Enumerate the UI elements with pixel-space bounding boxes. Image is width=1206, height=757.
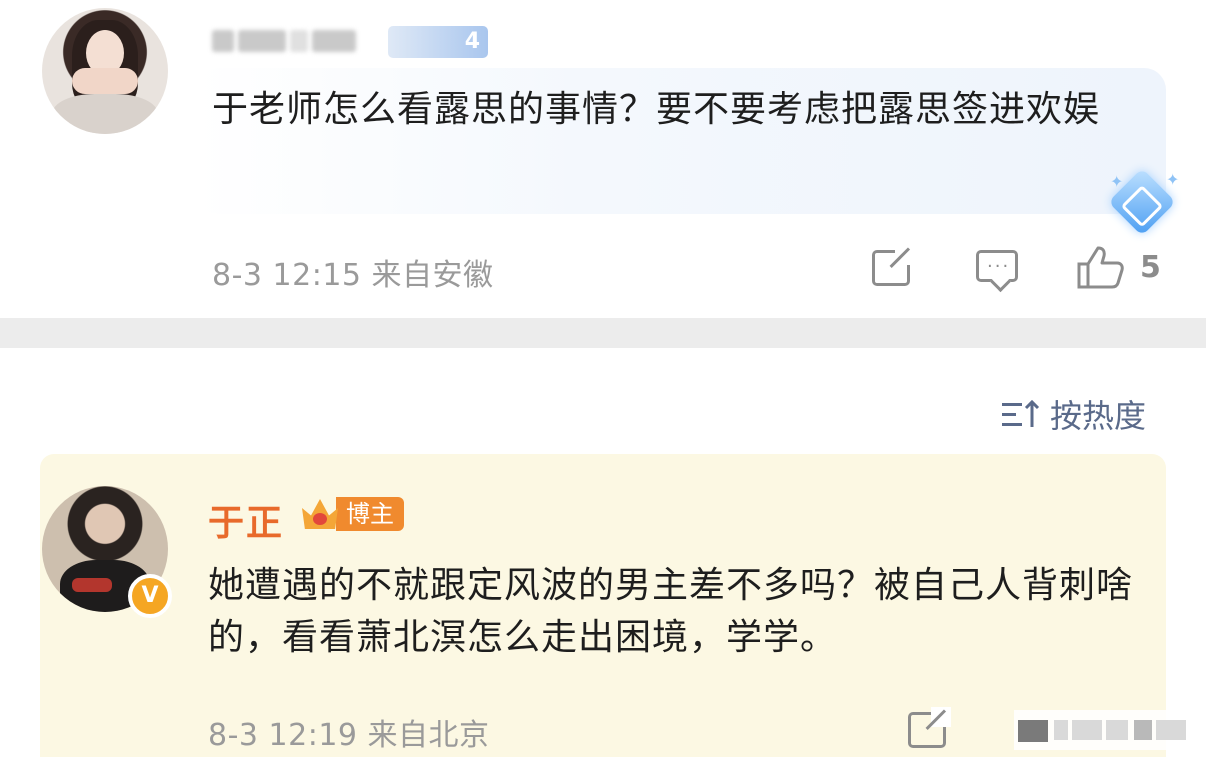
comment-meta: 8-3 12:15 来自安徽 <box>212 258 494 293</box>
comment-icon[interactable]: ··· <box>976 250 1018 282</box>
sort-label: 按热度 <box>1050 397 1147 435</box>
share-icon[interactable] <box>872 245 915 286</box>
blogger-badge-label: 博主 <box>336 497 404 531</box>
sparkle-icon: ✦ <box>1166 170 1180 189</box>
username-redacted[interactable] <box>212 26 356 56</box>
blogger-badge: 博主 <box>300 494 404 534</box>
like-icon[interactable] <box>1076 244 1126 290</box>
top-comment: 4 于老师怎么看露思的事情？要不要考虑把露思签进欢娱 ✦ ✦ 8-3 12:15… <box>0 0 1206 318</box>
reply-meta: 8-3 12:19 来自北京 <box>208 718 490 753</box>
user-avatar[interactable] <box>42 8 168 134</box>
user-level: 4 <box>464 29 480 54</box>
blogger-name[interactable]: 于正 <box>208 494 284 546</box>
sparkle-icon: ✦ <box>1110 172 1124 191</box>
crown-icon <box>300 495 340 533</box>
watermark <box>1014 710 1196 750</box>
sort-by-hot-button[interactable]: 按热度 <box>1002 394 1147 435</box>
comment-text: 于老师怎么看露思的事情？要不要考虑把露思签进欢娱 <box>212 89 1101 130</box>
sort-icon <box>1002 397 1042 431</box>
like-count: 5 <box>1140 250 1161 285</box>
verified-badge: V <box>128 574 172 618</box>
reply-share-icon[interactable] <box>908 707 951 748</box>
reply-text: 她遭遇的不就跟定风波的男主差不多吗？被自己人背刺啥的，看看萧北溟怎么走出困境，学… <box>208 565 1134 658</box>
user-level-badge: 4 <box>388 26 488 58</box>
section-divider <box>0 318 1206 348</box>
